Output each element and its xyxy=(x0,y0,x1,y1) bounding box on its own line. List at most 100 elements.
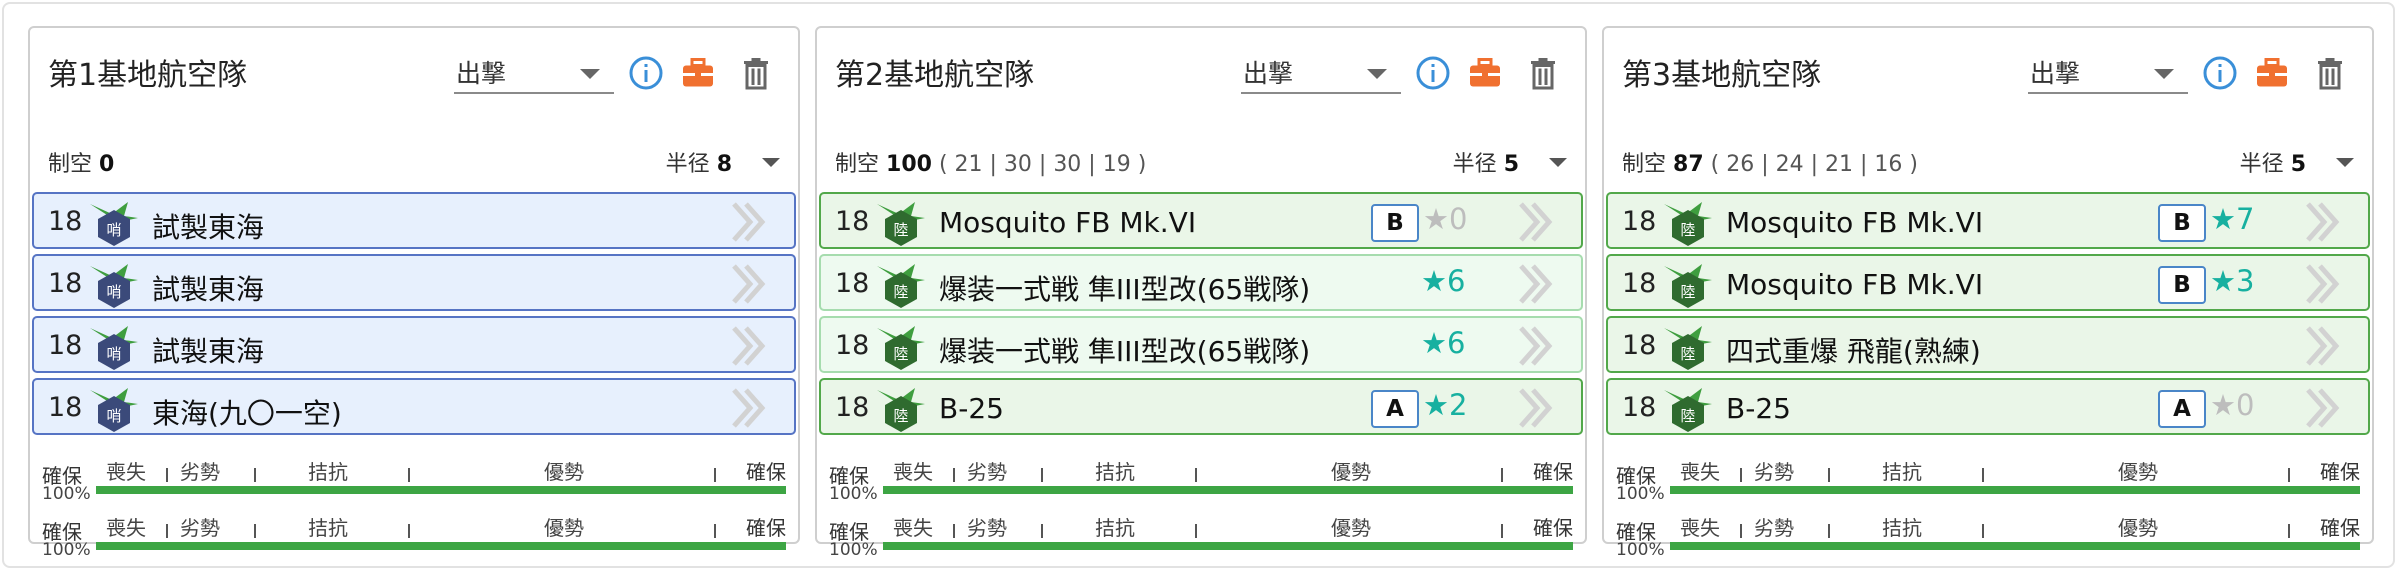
plane-name[interactable]: 爆装一式戦 隼III型改(65戦隊) xyxy=(939,268,1310,308)
double-chevron-icon[interactable] xyxy=(726,386,772,430)
divider xyxy=(1195,468,1197,482)
trash-icon[interactable] xyxy=(2312,55,2348,91)
plane-name[interactable]: Mosquito FB Mk.VI xyxy=(939,206,1196,239)
proficiency-badge[interactable]: A xyxy=(2158,390,2206,428)
chevron-down-icon[interactable] xyxy=(1549,158,1567,167)
slot-count[interactable]: 18 xyxy=(835,206,869,237)
double-chevron-icon[interactable] xyxy=(2300,386,2346,430)
radius[interactable]: 半径 8 xyxy=(666,146,732,178)
slot[interactable]: 18 哨 東海(九〇一空) xyxy=(32,378,796,435)
plane-name[interactable]: 試製東海 xyxy=(152,206,264,246)
double-chevron-icon[interactable] xyxy=(2300,262,2346,306)
status-percent: 100% xyxy=(829,484,878,504)
double-chevron-icon[interactable] xyxy=(1513,386,1559,430)
info-icon[interactable] xyxy=(1415,55,1451,91)
air-state-fill xyxy=(1670,542,2360,550)
improvement-star: ★6 xyxy=(1421,326,1466,360)
slot-count[interactable]: 18 xyxy=(48,268,82,299)
status-segment: 喪失 xyxy=(893,460,933,484)
double-chevron-icon[interactable] xyxy=(726,262,772,306)
slot[interactable]: 18 陸 四式重爆 飛龍(熟練) xyxy=(1606,316,2370,373)
chevron-down-icon xyxy=(2154,69,2174,79)
slot[interactable]: 18 哨 試製東海 xyxy=(32,254,796,311)
double-chevron-icon[interactable] xyxy=(726,324,772,368)
proficiency-badge[interactable]: A xyxy=(1371,390,1419,428)
mode-select[interactable]: 出撃 xyxy=(454,54,614,94)
double-chevron-icon[interactable] xyxy=(1513,324,1559,368)
plane-name[interactable]: 爆装一式戦 隼III型改(65戦隊) xyxy=(939,330,1310,370)
slot-count[interactable]: 18 xyxy=(48,330,82,361)
slot[interactable]: 18 哨 試製東海 xyxy=(32,316,796,373)
slot-count[interactable]: 18 xyxy=(1622,392,1656,423)
mode-select[interactable]: 出撃 xyxy=(1241,54,1401,94)
radius-value: 5 xyxy=(1503,152,1519,177)
badge-label: 哨 xyxy=(106,345,121,363)
proficiency-badge[interactable]: B xyxy=(2158,204,2206,242)
slot-count[interactable]: 18 xyxy=(835,268,869,299)
badge-label: 陸 xyxy=(893,345,908,363)
air-power-label: 制空 xyxy=(835,152,880,177)
slot[interactable]: 18 陸 爆装一式戦 隼III型改(65戦隊) ★6 xyxy=(819,316,1583,373)
air-power: 制空 100 ( 21 | 30 | 30 | 19 ) xyxy=(835,146,1146,178)
status-right-label: 確保 xyxy=(746,460,786,484)
plane-name[interactable]: Mosquito FB Mk.VI xyxy=(1726,268,1983,301)
slot-count[interactable]: 18 xyxy=(835,330,869,361)
slot-count[interactable]: 18 xyxy=(48,206,82,237)
chevron-down-icon[interactable] xyxy=(762,158,780,167)
plane-name[interactable]: 四式重爆 飛龍(熟練) xyxy=(1726,330,1981,370)
plane-name[interactable]: B-25 xyxy=(1726,392,1791,425)
badge-label: 陸 xyxy=(893,221,908,239)
toolbox-icon[interactable] xyxy=(680,55,716,91)
double-chevron-icon[interactable] xyxy=(2300,200,2346,244)
slot[interactable]: 18 陸 爆装一式戦 隼III型改(65戦隊) ★6 xyxy=(819,254,1583,311)
panel-header: 第3基地航空隊 出撃 xyxy=(1604,28,2372,128)
land-attacker-icon: 陸 xyxy=(1664,264,1712,308)
radius-value: 8 xyxy=(716,152,732,177)
double-chevron-icon[interactable] xyxy=(1513,200,1559,244)
slot-count[interactable]: 18 xyxy=(1622,330,1656,361)
slot[interactable]: 18 陸 B-25 A ★0 xyxy=(1606,378,2370,435)
status-right-label: 確保 xyxy=(746,516,786,540)
trash-icon[interactable] xyxy=(738,55,774,91)
proficiency-badge[interactable]: B xyxy=(2158,266,2206,304)
double-chevron-icon[interactable] xyxy=(726,200,772,244)
slot-count[interactable]: 18 xyxy=(48,392,82,423)
badge-label: 陸 xyxy=(1680,345,1695,363)
plane-name[interactable]: 試製東海 xyxy=(152,330,264,370)
status-percent: 100% xyxy=(42,540,91,560)
slot[interactable]: 18 陸 B-25 A ★2 xyxy=(819,378,1583,435)
air-state-fill xyxy=(1670,486,2360,494)
slot-count[interactable]: 18 xyxy=(1622,268,1656,299)
badge-label: 哨 xyxy=(106,407,121,425)
info-icon[interactable] xyxy=(628,55,664,91)
double-chevron-icon[interactable] xyxy=(1513,262,1559,306)
slot[interactable]: 18 陸 Mosquito FB Mk.VI B ★7 xyxy=(1606,192,2370,249)
radius[interactable]: 半径 5 xyxy=(2240,146,2306,178)
slot[interactable]: 18 陸 Mosquito FB Mk.VI B ★3 xyxy=(1606,254,2370,311)
plane-name[interactable]: 試製東海 xyxy=(152,268,264,308)
plane-name[interactable]: Mosquito FB Mk.VI xyxy=(1726,206,1983,239)
panel-title: 第2基地航空隊 xyxy=(835,58,1035,93)
slot-count[interactable]: 18 xyxy=(835,392,869,423)
proficiency-badge[interactable]: B xyxy=(1371,204,1419,242)
mode-select-value: 出撃 xyxy=(2030,59,2081,88)
double-chevron-icon[interactable] xyxy=(2300,324,2346,368)
slot-count[interactable]: 18 xyxy=(1622,206,1656,237)
trash-icon[interactable] xyxy=(1525,55,1561,91)
plane-name[interactable]: B-25 xyxy=(939,392,1004,425)
mode-select[interactable]: 出撃 xyxy=(2028,54,2188,94)
radius[interactable]: 半径 5 xyxy=(1453,146,1519,178)
divider xyxy=(714,524,716,538)
land-attacker-icon: 陸 xyxy=(877,202,925,246)
divider xyxy=(166,524,168,538)
slot[interactable]: 18 哨 試製東海 xyxy=(32,192,796,249)
plane-name[interactable]: 東海(九〇一空) xyxy=(152,392,342,432)
slot[interactable]: 18 陸 Mosquito FB Mk.VI B ★0 xyxy=(819,192,1583,249)
status-segment: 優勢 xyxy=(2118,460,2158,484)
divider xyxy=(1501,524,1503,538)
toolbox-icon[interactable] xyxy=(1467,55,1503,91)
chevron-down-icon[interactable] xyxy=(2336,158,2354,167)
info-icon[interactable] xyxy=(2202,55,2238,91)
patrol-plane-icon: 哨 xyxy=(90,202,138,246)
toolbox-icon[interactable] xyxy=(2254,55,2290,91)
